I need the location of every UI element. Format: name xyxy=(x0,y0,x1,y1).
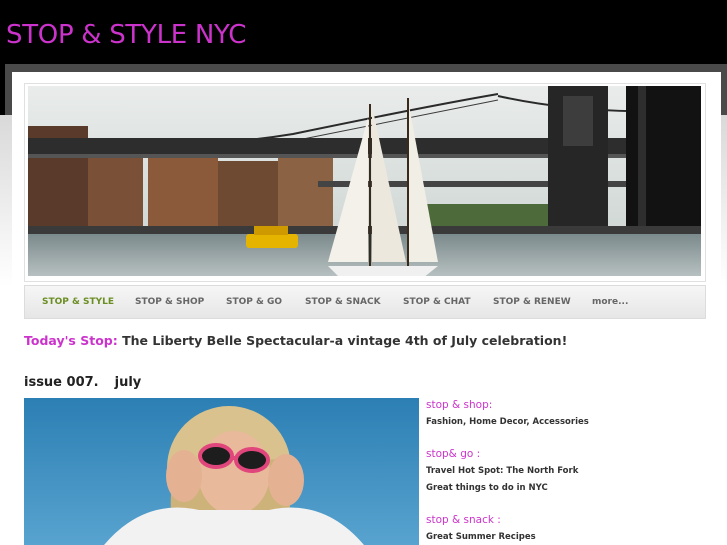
header-bar: STOP & STYLE NYC xyxy=(0,0,727,64)
banner-image xyxy=(28,86,701,276)
sidebar-link-fashion[interactable]: Fashion, Home Decor, Accessories xyxy=(426,417,589,427)
issue-number: issue 007. xyxy=(24,375,99,390)
todays-stop-link[interactable]: The Liberty Belle Spectacular-a vintage … xyxy=(122,333,567,348)
nav-item-stop-chat[interactable]: STOP & CHAT xyxy=(403,286,471,318)
nav-item-stop-go[interactable]: STOP & GO xyxy=(226,286,282,318)
issue-month: july xyxy=(114,375,142,390)
sidebar-link-recipes[interactable]: Great Summer Recipes xyxy=(426,532,536,542)
nav-item-stop-snack[interactable]: STOP & SNACK xyxy=(305,286,381,318)
sidebar-link-travel[interactable]: Travel Hot Spot: The North Fork xyxy=(426,466,578,476)
nav-item-stop-renew[interactable]: STOP & RENEW xyxy=(493,286,571,318)
todays-stop-label: Today's Stop: xyxy=(24,333,118,348)
nav-item-stop-shop[interactable]: STOP & SHOP xyxy=(135,286,204,318)
issue-heading: issue 007. july xyxy=(24,375,141,390)
sidebar-heading-snack[interactable]: stop & snack : xyxy=(426,514,501,526)
sidebar-link-things-to-do[interactable]: Great things to do in NYC xyxy=(426,483,548,493)
site-title[interactable]: STOP & STYLE NYC xyxy=(6,19,246,51)
todays-stop: Today's Stop: The Liberty Belle Spectacu… xyxy=(24,333,714,348)
nav-item-more[interactable]: more... xyxy=(592,286,628,318)
nav-item-stop-style[interactable]: STOP & STYLE xyxy=(42,286,114,318)
main-nav: STOP & STYLE STOP & SHOP STOP & GO STOP … xyxy=(24,285,706,319)
sidebar-heading-shop[interactable]: stop & shop: xyxy=(426,399,492,411)
sidebar-heading-go[interactable]: stop& go : xyxy=(426,448,480,460)
feature-image[interactable] xyxy=(24,398,419,545)
